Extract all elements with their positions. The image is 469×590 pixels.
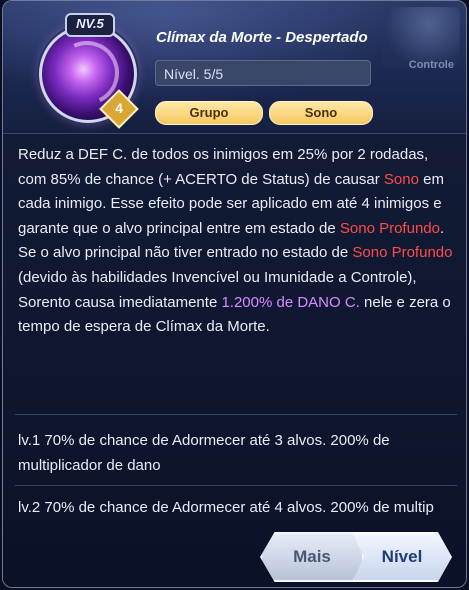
- skill-level-badge: NV.5: [65, 13, 115, 37]
- description-text: .: [439, 219, 445, 237]
- skill-title: Clímax da Morte - Despertado: [156, 29, 368, 46]
- divider: [15, 485, 457, 486]
- keyword-sono-profundo: Sono Profundo: [339, 219, 440, 237]
- control-label: Controle: [408, 59, 454, 71]
- level-button[interactable]: Nível: [352, 532, 452, 582]
- keyword-sono: Sono: [383, 170, 419, 188]
- keyword-damage: 1.200% de DANO C.: [221, 293, 360, 311]
- keyword-sono-profundo: Sono Profundo: [352, 244, 453, 262]
- skill-detail-panel: Controle NV.5 4 Clímax da Morte - Desper…: [2, 0, 467, 588]
- tag-sono: Sono: [269, 101, 373, 125]
- divider: [15, 414, 457, 415]
- tag-grupo: Grupo: [155, 101, 263, 125]
- skill-icon: NV.5 4: [37, 13, 139, 129]
- control-icon: [382, 7, 460, 67]
- skill-level-field: Nível. 5/5: [155, 60, 371, 86]
- rank-number: 4: [115, 100, 123, 116]
- description-text: Reduz a DEF C. de todos os inimigos em 2…: [18, 146, 429, 188]
- description-text: Se o alvo principal não tiver entrado no…: [18, 244, 353, 262]
- description-paragraph-2: Se o alvo principal não tiver entrado no…: [18, 241, 458, 339]
- description-paragraph-1: Reduz a DEF C. de todos os inimigos em 2…: [18, 143, 458, 241]
- more-button[interactable]: Mais: [260, 532, 364, 582]
- skill-description: Reduz a DEF C. de todos os inimigos em 2…: [18, 143, 458, 340]
- level-1-effect: lv.1 70% de chance de Adormecer até 3 al…: [18, 432, 390, 474]
